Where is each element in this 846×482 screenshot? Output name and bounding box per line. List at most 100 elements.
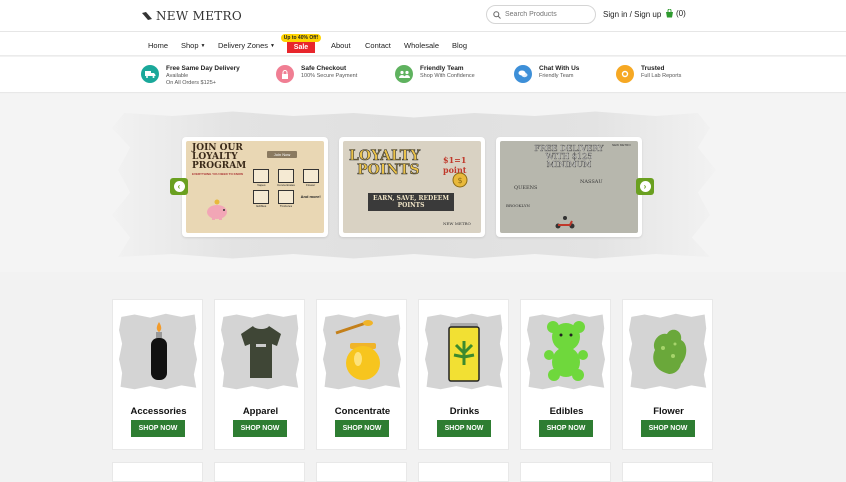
search-box[interactable] xyxy=(486,5,596,24)
loyalty-item-label: Tinctures xyxy=(279,204,293,208)
category-label: Accessories xyxy=(130,406,187,417)
category-card-next-row[interactable] xyxy=(112,462,203,482)
tincture-icon xyxy=(277,190,294,204)
loyalty-item-grid: Vapes Concentrates Flower Edibles Tinctu… xyxy=(250,169,322,208)
category-card-apparel[interactable]: Apparel SHOP NOW xyxy=(214,299,305,450)
map-label: BROOKLYN xyxy=(506,203,531,208)
slide-image: FREE DELIVERY WITH $125 MINIMUM QUEENS N… xyxy=(500,141,638,233)
search-icon xyxy=(493,10,501,19)
honey-jar-icon xyxy=(335,320,380,380)
piggy-bank-icon xyxy=(207,199,227,220)
loyalty-item: Flower xyxy=(299,169,322,187)
slide-loyalty-program[interactable]: JOIN OUR LOYALTY PROGRAM EVERYTHING YOU … xyxy=(182,137,328,237)
nav-blog[interactable]: Blog xyxy=(452,41,467,50)
feature-title: Safe Checkout xyxy=(301,65,347,72)
vape-icon xyxy=(253,169,270,183)
category-card-next-row[interactable] xyxy=(520,462,611,482)
category-label: Concentrate xyxy=(334,406,391,417)
category-card-flower[interactable]: Flower SHOP NOW xyxy=(622,299,713,450)
nav-label: About xyxy=(331,41,351,50)
category-card-edibles[interactable]: Edibles SHOP NOW xyxy=(520,299,611,450)
category-card-next-row[interactable] xyxy=(316,462,407,482)
category-card-accessories[interactable]: Accessories SHOP NOW xyxy=(112,299,203,450)
loyalty-item: Vapes xyxy=(250,169,273,187)
shop-now-button[interactable]: SHOP NOW xyxy=(131,420,185,437)
slide-title-line: LOYALTY xyxy=(349,148,421,164)
slide-title-line: MINIMUM xyxy=(546,160,592,169)
nav-sale[interactable]: Up to 40% Off! Sale xyxy=(281,34,321,54)
shop-now-button[interactable]: SHOP NOW xyxy=(539,420,593,437)
site-header: NEW METRO Sign in / Sign up (0) xyxy=(0,0,846,32)
feature-title: Trusted xyxy=(641,65,665,72)
points-title: LOYALTY POINTS xyxy=(349,148,421,178)
nav-wholesale[interactable]: Wholesale xyxy=(404,41,439,50)
feature-chat: Chat With Us Friendly Team xyxy=(514,65,579,83)
logo-text: NEW METRO xyxy=(156,9,243,23)
feature-sub: 100% Secure Payment xyxy=(301,73,358,79)
gummy-bear-icon xyxy=(544,321,588,381)
cart-count: (0) xyxy=(676,9,686,18)
slide-brand: NEW METRO xyxy=(612,143,631,147)
lock-icon xyxy=(276,65,294,83)
shop-now-button[interactable]: SHOP NOW xyxy=(335,420,389,437)
category-label: Edibles xyxy=(549,406,584,417)
loyalty-item: Edibles xyxy=(250,190,273,208)
category-label: Drinks xyxy=(449,406,480,417)
slide-brand: NEW METRO xyxy=(443,221,471,226)
nav-shop[interactable]: Shop ▼ xyxy=(181,41,205,50)
logo-icon xyxy=(142,11,152,20)
slide-image: JOIN OUR LOYALTY PROGRAM EVERYTHING YOU … xyxy=(186,141,324,233)
search-input[interactable] xyxy=(505,11,585,18)
nav-contact[interactable]: Contact xyxy=(365,41,391,50)
carousel-next-button[interactable]: › xyxy=(636,178,654,195)
category-card-drinks[interactable]: Drinks SHOP NOW xyxy=(418,299,509,450)
category-label: Apparel xyxy=(242,406,279,417)
feature-title: Friendly Team xyxy=(420,65,464,72)
slide-image: LOYALTY POINTS $1=1 point EARN, SAVE, RE… xyxy=(343,141,481,233)
arrow-right-icon: › xyxy=(639,181,651,192)
loyalty-item: Concentrates xyxy=(275,169,298,187)
slide-loyalty-points[interactable]: LOYALTY POINTS $1=1 point EARN, SAVE, RE… xyxy=(339,137,485,237)
nav-home[interactable]: Home xyxy=(148,41,168,50)
shop-now-button[interactable]: SHOP NOW xyxy=(233,420,287,437)
tshirt-icon xyxy=(241,326,281,378)
loyalty-item-label: Vapes xyxy=(257,183,266,187)
chat-icon xyxy=(514,65,532,83)
cart-icon xyxy=(666,9,673,18)
map-label: NASSAU xyxy=(580,179,603,185)
carousel-prev-button[interactable]: ‹ xyxy=(170,178,188,195)
shop-now-button[interactable]: SHOP NOW xyxy=(641,420,695,437)
category-card-concentrate[interactable]: Concentrate SHOP NOW xyxy=(316,299,407,450)
feature-sub: Shop With Confidence xyxy=(420,73,475,79)
nav-label: Shop xyxy=(181,41,199,50)
category-card-next-row[interactable] xyxy=(214,462,305,482)
cart-button[interactable]: (0) xyxy=(665,9,686,18)
logo[interactable]: NEW METRO xyxy=(141,7,242,25)
slide-title-line: PROGRAM xyxy=(192,161,247,171)
nav-label: Delivery Zones xyxy=(218,41,269,50)
slide-free-delivery[interactable]: FREE DELIVERY WITH $125 MINIMUM QUEENS N… xyxy=(496,137,642,237)
feature-team: Friendly Team Shop With Confidence xyxy=(395,65,475,83)
flower-bud-icon xyxy=(653,329,687,374)
nav-delivery-zones[interactable]: Delivery Zones ▼ xyxy=(218,41,275,50)
points-sub-line: EARN, SAVE, REDEEM xyxy=(373,195,450,202)
sale-flag: Up to 40% Off! xyxy=(281,34,321,42)
category-card-next-row[interactable] xyxy=(622,462,713,482)
loyalty-item: Tinctures xyxy=(275,190,298,208)
flower-icon xyxy=(302,169,319,183)
category-card-next-row[interactable] xyxy=(418,462,509,482)
feature-sub: Available xyxy=(166,73,189,79)
signin-link[interactable]: Sign in / Sign up xyxy=(603,10,661,19)
feature-title: Chat With Us xyxy=(539,65,580,72)
shop-now-button[interactable]: SHOP NOW xyxy=(437,420,491,437)
loyalty-item-label: Concentrates xyxy=(277,183,295,187)
join-now-badge: Join Now xyxy=(267,151,297,158)
badge-icon xyxy=(616,65,634,83)
nav-about[interactable]: About xyxy=(331,41,351,50)
feature-title: Free Same Day Delivery xyxy=(166,65,240,72)
features-bar: Free Same Day Delivery Available On All … xyxy=(0,57,846,93)
arrow-left-icon: ‹ xyxy=(173,181,185,192)
chevron-down-icon: ▼ xyxy=(200,42,206,49)
chevron-down-icon: ▼ xyxy=(270,42,275,49)
nav-label: Home xyxy=(148,41,169,50)
